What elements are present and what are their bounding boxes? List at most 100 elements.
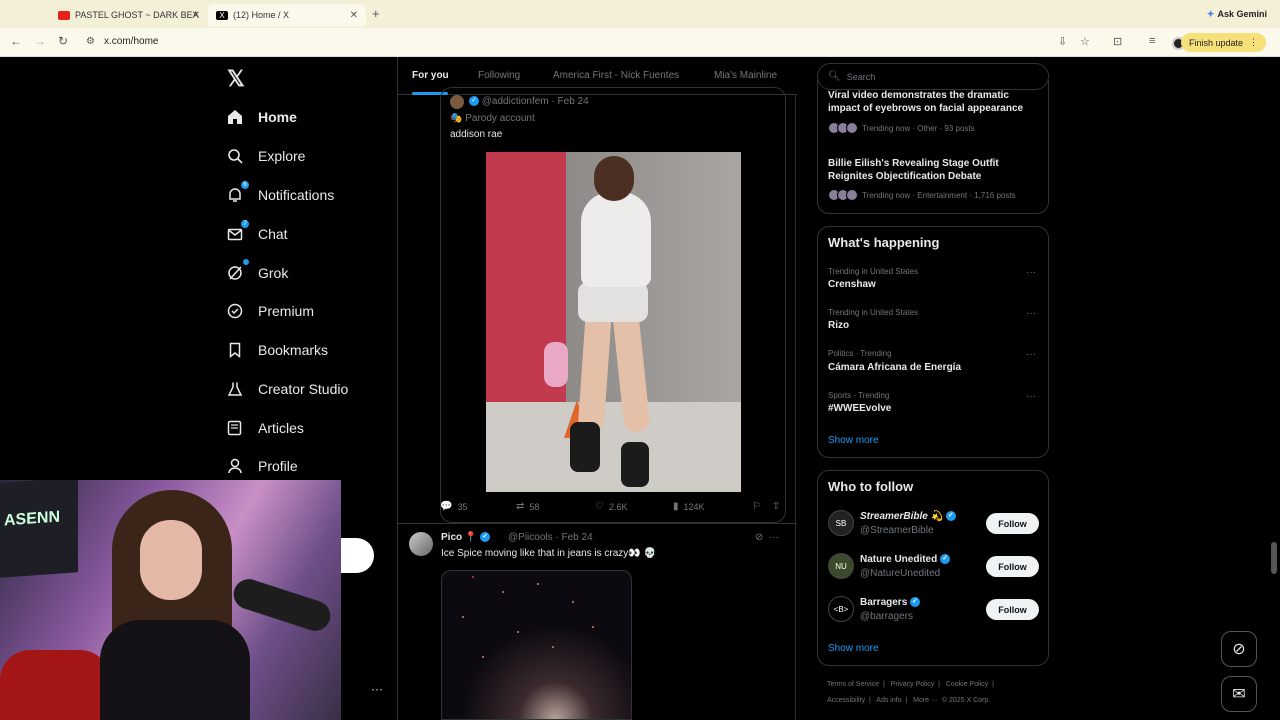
post-photo[interactable]	[486, 152, 741, 492]
bell-icon: 6	[226, 181, 249, 204]
avatar[interactable]: <B>	[828, 596, 854, 622]
terms-link[interactable]: Terms of Service	[827, 681, 879, 688]
x-logo-icon[interactable]: 𝕏	[227, 66, 245, 92]
avatar[interactable]	[450, 95, 464, 109]
post-author[interactable]: Pico 📍 ✓	[441, 532, 491, 543]
nav-item-explore[interactable]: Explore	[226, 143, 305, 169]
suggestion-name[interactable]: Barragers ✓	[860, 597, 921, 608]
more-icon[interactable]: ···	[1026, 391, 1036, 402]
finish-update-button[interactable]: Finish update ⋮	[1180, 33, 1266, 52]
post-video[interactable]	[441, 570, 632, 720]
suggestion-name[interactable]: StreamerBible 💫 ✓	[860, 511, 956, 522]
views-button[interactable]: ▮ 124K	[673, 501, 705, 512]
microphone	[229, 575, 335, 635]
lens-icon[interactable]: ⊡	[1113, 35, 1122, 48]
scrollbar[interactable]	[1271, 542, 1277, 574]
suggestion-name[interactable]: Nature Unedited ✓	[860, 554, 951, 565]
news-headline[interactable]: Viral video demonstrates the dramatic im…	[828, 89, 1038, 115]
more-icon[interactable]: ···	[1026, 267, 1036, 278]
ads-info-link[interactable]: Ads info	[876, 697, 901, 704]
install-icon[interactable]: ⇩	[1058, 35, 1067, 48]
nav-item-articles[interactable]: Articles	[226, 415, 304, 441]
verified-icon: ✓	[469, 96, 479, 107]
close-tab-icon[interactable]: ✕	[350, 10, 358, 21]
tab-america-first[interactable]: America First - Nick Fuentes	[553, 70, 679, 81]
avatar[interactable]	[409, 532, 433, 556]
site-settings-icon[interactable]: ⚙	[86, 36, 95, 47]
nav-label: Creator Studio	[258, 381, 349, 397]
heart-icon: ♡	[595, 501, 604, 512]
more-icon[interactable]: ···	[1026, 308, 1036, 319]
cookie-link[interactable]: Cookie Policy	[946, 681, 988, 688]
trend-item[interactable]: #WWEEvolve	[828, 403, 891, 414]
wall-poster: ASENN	[0, 480, 78, 578]
nav-item-grok[interactable]: Grok	[226, 259, 288, 286]
follow-button[interactable]: Follow	[986, 556, 1039, 577]
reply-button[interactable]: 💬 35	[440, 501, 467, 512]
like-count: 2.6K	[608, 501, 628, 512]
privacy-link[interactable]: Privacy Policy	[891, 681, 935, 688]
reload-icon[interactable]: ↻	[58, 34, 68, 48]
star-icon[interactable]: ☆	[1080, 35, 1090, 48]
quoted-date[interactable]: Feb 24	[558, 96, 589, 107]
close-tab-icon[interactable]: ✕	[192, 10, 200, 21]
quoted-handle[interactable]: @addictionfem	[482, 96, 549, 107]
follow-button[interactable]: Follow	[986, 599, 1039, 620]
repost-button[interactable]: ⇄ 58	[516, 501, 539, 512]
mail-icon: 7	[226, 220, 249, 243]
whats-happening-box	[817, 226, 1049, 458]
tab-for-you[interactable]: For you	[412, 70, 449, 81]
browser-tab-x[interactable]: X (12) Home / X ✕	[208, 4, 366, 26]
back-icon[interactable]: ←	[10, 34, 22, 48]
news-headline[interactable]: Billie Eilish's Revealing Stage Outfit R…	[828, 157, 1038, 183]
follow-button[interactable]: Follow	[986, 513, 1039, 534]
trend-item[interactable]: Rizo	[828, 320, 849, 331]
bookmark-button[interactable]: ⚐	[752, 501, 766, 512]
browser-tab-bar: PASTEL GHOST ~ DARK BEA ✕ X (12) Home / …	[0, 0, 1280, 28]
view-count: 124K	[683, 501, 705, 512]
youtube-favicon-icon	[58, 10, 70, 20]
address-bar: ← → ↻ ⚙ x.com/home ⇩ ☆ ⊡ ≡ Finish update…	[0, 28, 1280, 57]
grok-fab-icon[interactable]: ⊘	[1221, 631, 1257, 667]
copyright-text: © 2025 X Corp.	[941, 697, 991, 704]
nav-item-bookmarks[interactable]: Bookmarks	[226, 337, 328, 363]
accessibility-link[interactable]: Accessibility	[827, 697, 865, 704]
nav-item-home[interactable]: Home	[226, 104, 297, 130]
url-field[interactable]: x.com/home	[104, 36, 158, 47]
avatar[interactable]: NU	[828, 553, 854, 579]
tab-mias-mainline[interactable]: Mia's Mainline	[714, 70, 777, 81]
browser-tab-youtube[interactable]: PASTEL GHOST ~ DARK BEA ✕	[50, 4, 208, 26]
nav-item-creator-studio[interactable]: Creator Studio	[226, 376, 348, 402]
more-icon[interactable]: ···	[1026, 349, 1036, 360]
messages-fab-icon[interactable]: ✉	[1221, 676, 1257, 712]
nav-item-profile[interactable]: Profile	[226, 453, 298, 479]
avatar[interactable]: SB	[828, 510, 854, 536]
author-handle[interactable]: @Piicools	[508, 532, 553, 543]
more-icon[interactable]: ···	[769, 532, 779, 543]
trend-item[interactable]: Crenshaw	[828, 279, 876, 290]
nav-item-premium[interactable]: Premium	[226, 298, 314, 324]
more-options-icon[interactable]: ···	[371, 682, 383, 696]
nav-item-chat[interactable]: 7 Chat	[226, 220, 288, 247]
new-tab-icon[interactable]: +	[372, 6, 380, 21]
trend-item[interactable]: Cámara Africana de Energía	[828, 362, 961, 373]
person-icon	[226, 457, 244, 475]
media-icon[interactable]: ≡	[1149, 35, 1155, 47]
show-more-trends-link[interactable]: Show more	[828, 435, 879, 446]
search-icon	[226, 147, 244, 165]
ask-gemini-label: Ask Gemini	[1217, 9, 1267, 19]
share-button[interactable]: ⇧	[772, 501, 785, 512]
post-button-partial[interactable]	[341, 538, 374, 573]
chat-badge: 7	[241, 220, 249, 228]
verified-icon: ✓	[940, 554, 951, 565]
reply-icon: 💬	[440, 501, 453, 512]
nav-item-notifications[interactable]: 6 Notifications	[226, 181, 334, 208]
ask-gemini-button[interactable]: ✦ Ask Gemini	[1200, 5, 1274, 23]
grok-icon[interactable]: ⊘	[755, 532, 763, 543]
more-link[interactable]: More ···	[913, 697, 938, 704]
like-button[interactable]: ♡ 2.6K	[595, 501, 627, 512]
post-date[interactable]: Feb 24	[562, 532, 593, 543]
tab-following[interactable]: Following	[478, 70, 520, 81]
show-more-follows-link[interactable]: Show more	[828, 643, 879, 654]
forward-icon[interactable]: →	[34, 34, 46, 48]
